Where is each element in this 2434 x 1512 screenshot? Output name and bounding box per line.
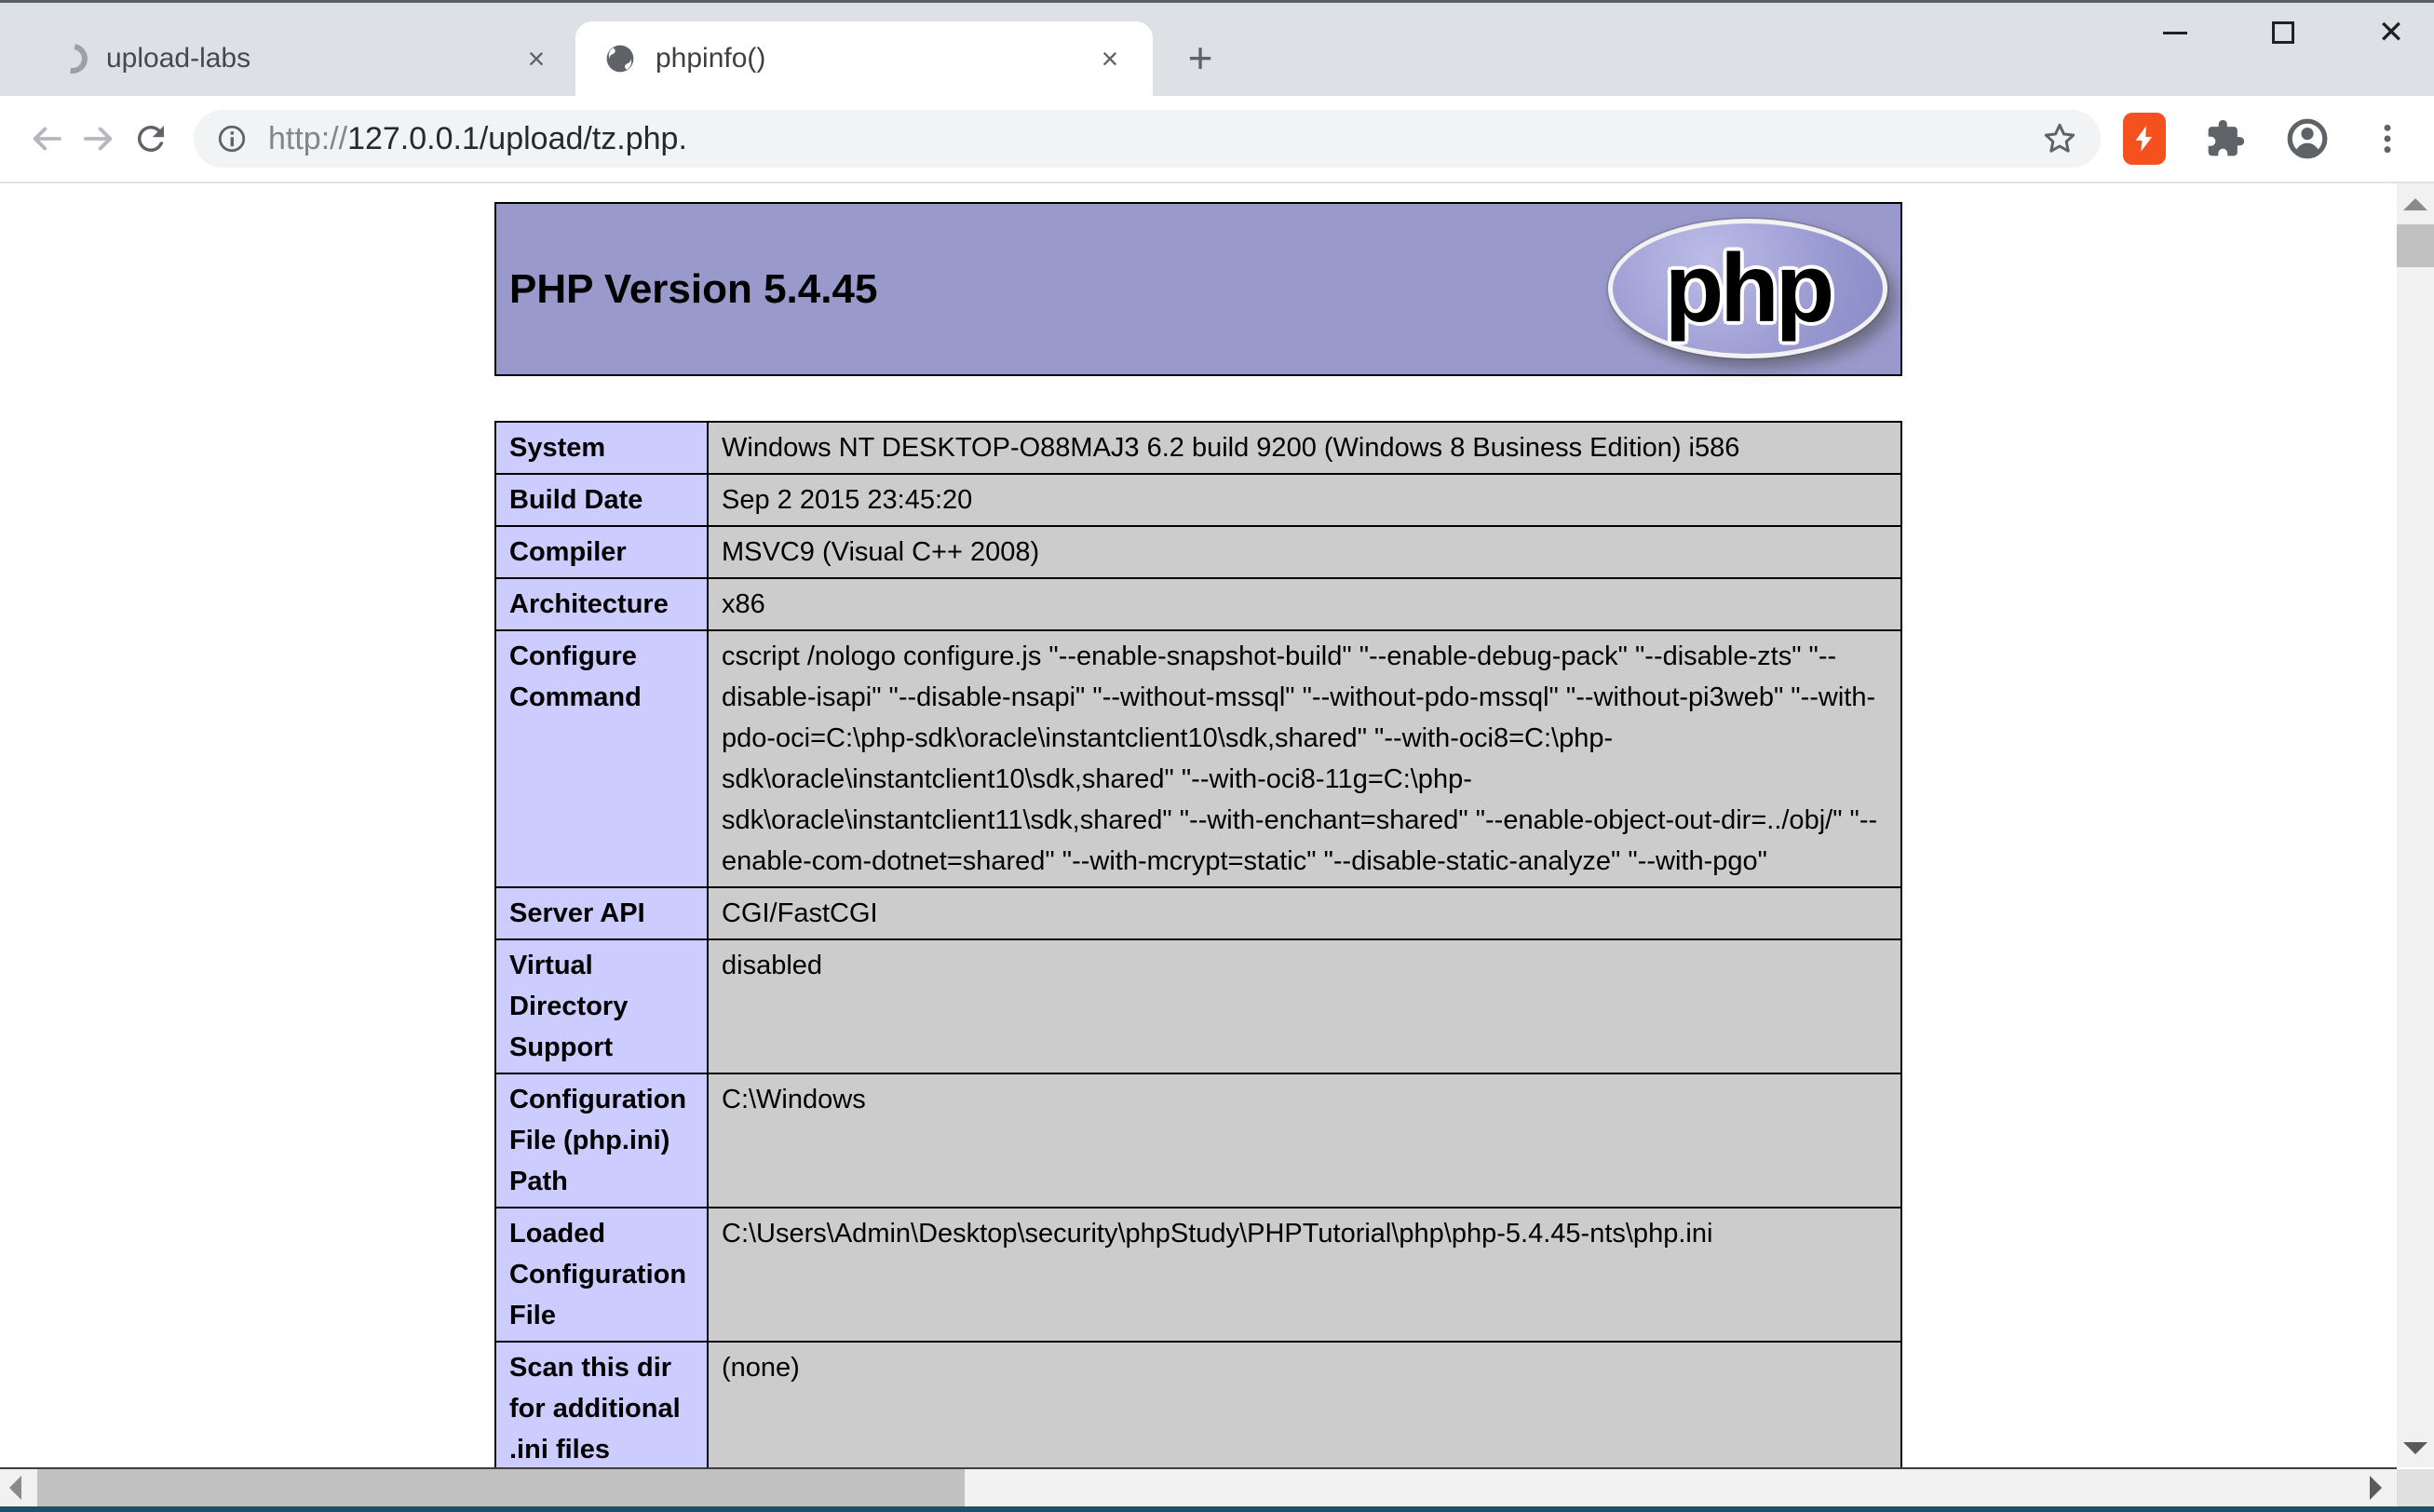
info-label: Server API [495,887,708,939]
info-label: System [495,422,708,474]
table-row: Loaded Configuration File C:\Users\Admin… [495,1208,1901,1342]
window-maximize-button[interactable] [2268,18,2298,47]
toolbar-right-icons [2123,113,2414,165]
scrollbar-corner [2397,1469,2434,1506]
info-value: C:\Windows [708,1073,1901,1208]
new-tab-button[interactable]: + [1175,33,1225,83]
info-label: Build Date [495,474,708,526]
page-info-icon[interactable] [216,123,248,155]
table-row: Compiler MSVC9 (Visual C++ 2008) [495,526,1901,578]
vertical-scrollbar-thumb[interactable] [2397,224,2434,267]
phpinfo-page: PHP Version 5.4.45 php System Windows NT… [0,183,2397,1467]
browser-toolbar: http://127.0.0.1/upload/tz.php. [0,96,2434,182]
info-label: Configure Command [495,630,708,887]
table-row: Configure Command cscript /nologo config… [495,630,1901,887]
tab-title: phpinfo() [656,43,1091,74]
php-logo: php [1608,219,1887,358]
horizontal-scrollbar[interactable] [0,1469,2397,1506]
table-row: Architecture x86 [495,578,1901,630]
page-title: PHP Version 5.4.45 [496,266,877,313]
bookmark-star-icon[interactable] [2041,120,2078,157]
globe-favicon-icon [603,42,637,75]
loading-spinner-icon [52,38,94,80]
table-row: Build Date Sep 2 2015 23:45:20 [495,474,1901,526]
table-row: Configuration File (php.ini) Path C:\Win… [495,1073,1901,1208]
info-label: Virtual Directory Support [495,939,708,1073]
window-minimize-button[interactable] [2160,18,2190,47]
info-value: (none) [708,1342,1901,1467]
scroll-up-arrow-icon[interactable] [2403,198,2427,210]
info-label: Scan this dir for additional .ini files [495,1342,708,1467]
url-text: http://127.0.0.1/upload/tz.php. [268,121,2041,157]
info-label: Loaded Configuration File [495,1208,708,1342]
forward-button[interactable] [73,113,125,165]
extension-lightning-icon[interactable] [2123,113,2166,165]
scroll-down-arrow-icon[interactable] [2403,1442,2427,1454]
vertical-scrollbar[interactable] [2397,183,2434,1467]
scroll-left-arrow-icon[interactable] [9,1476,21,1500]
reload-button[interactable] [125,113,177,165]
browser-viewport: PHP Version 5.4.45 php System Windows NT… [0,183,2434,1467]
menu-kebab-icon[interactable] [2369,120,2406,157]
tab-phpinfo[interactable]: phpinfo() × [575,21,1153,96]
tab-close-icon[interactable]: × [1091,40,1129,77]
horizontal-scrollbar-thumb[interactable] [37,1469,965,1506]
url-address-bar[interactable]: http://127.0.0.1/upload/tz.php. [194,110,2101,168]
table-row: System Windows NT DESKTOP-O88MAJ3 6.2 bu… [495,422,1901,474]
info-value: MSVC9 (Visual C++ 2008) [708,526,1901,578]
tab-close-icon[interactable]: × [518,40,555,77]
info-value: Windows NT DESKTOP-O88MAJ3 6.2 build 920… [708,422,1901,474]
window-controls: ✕ [2160,18,2406,47]
info-value: disabled [708,939,1901,1073]
info-label: Architecture [495,578,708,630]
tab-strip: upload-labs × phpinfo() × + ✕ [0,3,2434,96]
back-button[interactable] [20,113,73,165]
tab-title: upload-labs [106,43,518,74]
info-value: CGI/FastCGI [708,887,1901,939]
tab-upload-labs[interactable]: upload-labs × [24,21,575,96]
phpinfo-table: System Windows NT DESKTOP-O88MAJ3 6.2 bu… [494,421,1902,1467]
info-value: Sep 2 2015 23:45:20 [708,474,1901,526]
scroll-right-arrow-icon[interactable] [2370,1476,2382,1500]
profile-avatar-icon[interactable] [2285,116,2330,161]
info-label: Configuration File (php.ini) Path [495,1073,708,1208]
window-bottom-edge [0,1506,2434,1512]
table-row: Server API CGI/FastCGI [495,887,1901,939]
table-row: Scan this dir for additional .ini files … [495,1342,1901,1467]
window-close-button[interactable]: ✕ [2376,18,2406,47]
info-value: x86 [708,578,1901,630]
info-value: C:\Users\Admin\Desktop\security\phpStudy… [708,1208,1901,1342]
info-value: cscript /nologo configure.js "--enable-s… [708,630,1901,887]
extensions-puzzle-icon[interactable] [2205,118,2246,159]
info-label: Compiler [495,526,708,578]
php-version-header: PHP Version 5.4.45 php [494,202,1902,376]
table-row: Virtual Directory Support disabled [495,939,1901,1073]
